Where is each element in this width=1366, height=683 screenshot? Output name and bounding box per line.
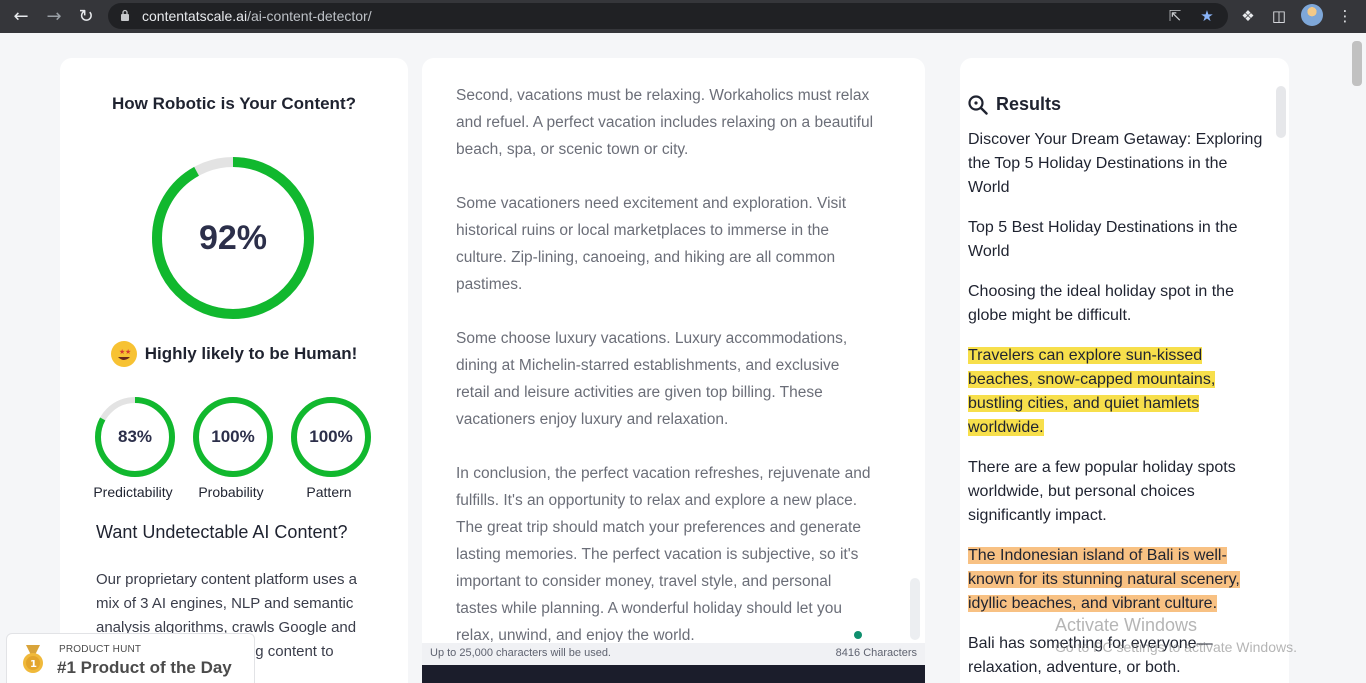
search-icon <box>968 94 988 115</box>
activate-windows-title: Activate Windows <box>1055 615 1198 635</box>
url-text: contentatscale.ai/ai-content-detector/ <box>142 8 372 24</box>
results-scrollbar[interactable] <box>1276 86 1286 138</box>
bookmark-star-icon[interactable]: ★ <box>1198 7 1216 25</box>
page-content: How Robotic is Your Content? 92% ★ ★ Hig… <box>0 33 1366 683</box>
result-sentence: Choosing the ideal holiday spot in the g… <box>968 283 1234 324</box>
score-card: How Robotic is Your Content? 92% ★ ★ Hig… <box>60 58 408 683</box>
svg-text:1: 1 <box>30 659 37 670</box>
editor-card: Second, vacations must be relaxing. Work… <box>422 58 925 683</box>
predictability-label: Predictability <box>93 484 173 500</box>
svg-text:★: ★ <box>125 348 131 356</box>
editor-paragraph: Some choose luxury vacations. Luxury acc… <box>456 330 848 428</box>
verdict-text: Highly likely to be Human! <box>144 344 358 363</box>
results-header: Results <box>968 94 1061 115</box>
product-hunt-label: PRODUCT HUNT <box>59 644 142 655</box>
result-sentence-highlighted: The Indonesian island of Bali is well-kn… <box>968 547 1240 612</box>
result-sentence: Discover Your Dream Getaway: Exploring t… <box>968 131 1263 196</box>
profile-avatar[interactable] <box>1301 4 1323 26</box>
editor-paragraph: In conclusion, the perfect vacation refr… <box>456 465 871 642</box>
product-hunt-title: #1 Product of the Day <box>57 658 232 677</box>
results-list: Discover Your Dream Getaway: Exploring t… <box>968 128 1268 683</box>
side-panel-icon[interactable]: ◫ <box>1268 5 1290 27</box>
probability-value: 100% <box>211 427 255 446</box>
result-sentence: There are a few popular holiday spots wo… <box>968 459 1236 524</box>
results-card: Results Discover Your Dream Getaway: Exp… <box>960 58 1289 683</box>
score-title: How Robotic is Your Content? <box>112 94 356 113</box>
probability-label: Probability <box>198 484 264 500</box>
menu-kebab-icon[interactable]: ⋮ <box>1334 5 1356 27</box>
browser-toolbar: ← → ↻ contentatscale.ai/ai-content-detec… <box>0 0 1366 33</box>
overall-score-value: 92% <box>198 218 268 257</box>
undetectable-heading: Want Undetectable AI Content? <box>96 522 348 542</box>
back-icon[interactable]: ← <box>9 4 33 28</box>
star-struck-emoji-icon: ★ ★ <box>110 341 137 367</box>
result-sentence-highlighted: Travelers can explore sun-kissed beaches… <box>968 347 1216 436</box>
editor-scrollbar[interactable] <box>910 578 920 640</box>
share-icon[interactable]: ⇱ <box>1166 7 1184 25</box>
page-scrollbar[interactable] <box>1352 41 1362 86</box>
verdict: ★ ★ Highly likely to be Human! <box>60 341 408 367</box>
predictability-value: 83% <box>117 427 153 446</box>
editor-paragraph: Second, vacations must be relaxing. Work… <box>456 87 874 158</box>
address-bar[interactable]: contentatscale.ai/ai-content-detector/ ⇱… <box>108 3 1228 29</box>
activate-windows-subtitle: Go to PC settings to activate Windows. <box>1055 639 1297 655</box>
results-title: Results <box>996 94 1062 114</box>
grammar-indicator-dot[interactable] <box>854 631 862 639</box>
pattern-value: 100% <box>309 427 353 446</box>
product-hunt-badge[interactable]: 1 PRODUCT HUNT #1 Product of the Day <box>6 633 255 683</box>
editor-paragraph: Some vacationers need excitement and exp… <box>456 195 847 293</box>
editor-action-bar <box>422 665 925 683</box>
content-editor[interactable]: Second, vacations must be relaxing. Work… <box>456 82 876 642</box>
extensions-icon[interactable]: ❖ <box>1237 5 1259 27</box>
reload-icon[interactable]: ↻ <box>74 4 98 28</box>
result-sentence: Top 5 Best Holiday Destinations in the W… <box>968 219 1238 260</box>
char-count: 8416 Characters <box>835 647 917 659</box>
char-limit-note: Up to 25,000 characters will be used. <box>430 647 611 659</box>
medal-icon: 1 <box>23 645 43 673</box>
lock-icon <box>121 9 129 21</box>
pattern-label: Pattern <box>306 484 352 500</box>
forward-icon[interactable]: → <box>42 4 66 28</box>
editor-footer: Up to 25,000 characters will be used. 84… <box>422 643 925 665</box>
